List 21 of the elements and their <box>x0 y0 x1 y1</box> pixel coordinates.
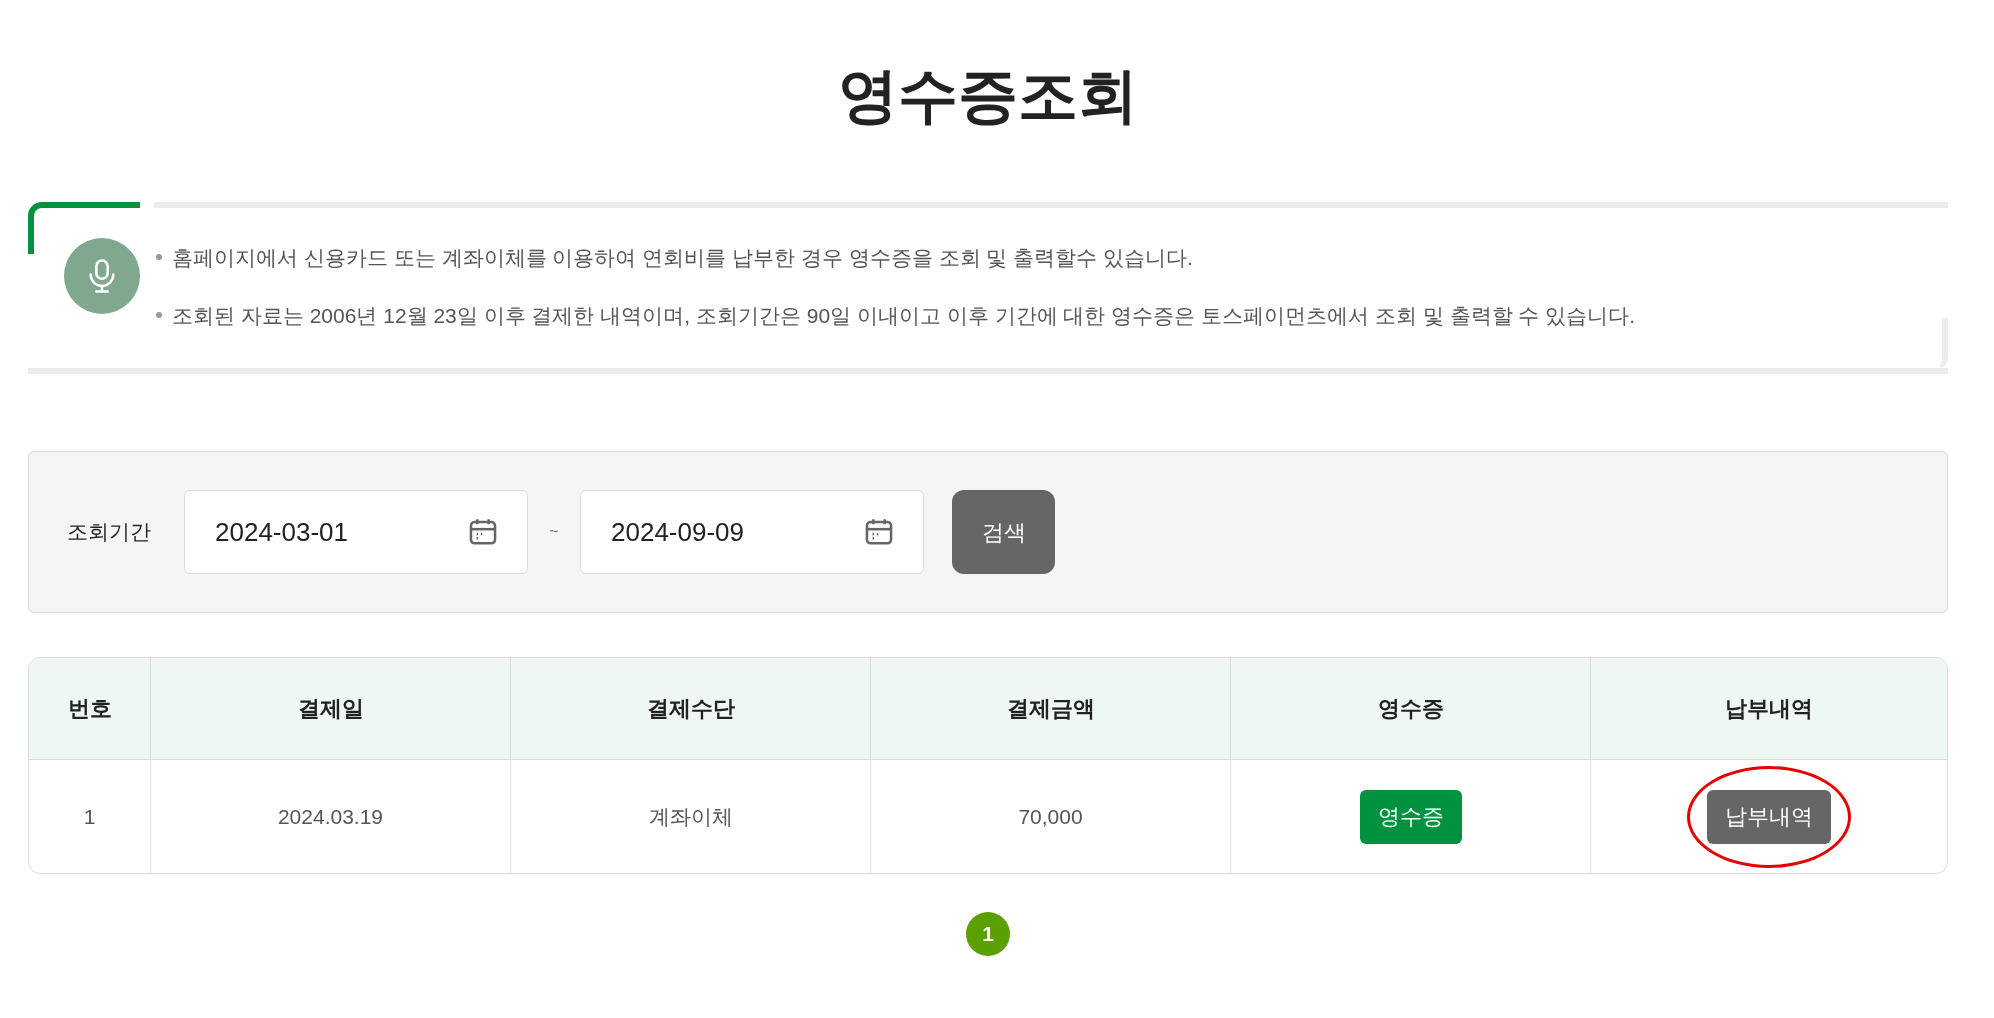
notice-text: 홈페이지에서 신용카드 또는 계좌이체를 이용하여 연회비를 납부한 경우 영수증을 조회 및 출력할수 있습니다. <box>172 245 1193 271</box>
notice-text: 조회된 자료는 2006년 12월 23일 이후 결제한 내역이며, 조회기간은 90일 이내이고 이후 기간에 대한 영수증은 토스페이먼츠에서 조회 및 출력할 수 있습니다. <box>172 303 1636 329</box>
column-header: 결제일 <box>297 695 364 723</box>
tilde-separator: ~ <box>548 522 560 542</box>
table-cell-text: 2024.03.19 <box>277 803 384 830</box>
column-header: 결제수단 <box>646 695 735 723</box>
payment-history-button[interactable]: 납부내역 <box>1707 789 1831 844</box>
date-field[interactable]: 2024-09-09 <box>580 490 924 574</box>
column-header: 영수증 <box>1377 695 1444 723</box>
column-header: 납부내역 <box>1725 695 1813 723</box>
page-button[interactable]: 1 <box>966 912 1010 956</box>
period-label: 조회기간 <box>67 519 152 546</box>
column-header: 번호 <box>67 695 112 723</box>
column-header: 결제금액 <box>1006 695 1095 723</box>
table-cell-text: 70,000 <box>1018 803 1083 830</box>
search-button[interactable]: 검색 <box>952 490 1055 574</box>
page-title: 영수증조회 <box>838 61 1138 131</box>
table-cell-text: 1 <box>83 803 96 830</box>
table-cell-text: 계좌이체 <box>648 803 733 830</box>
receipt-button[interactable]: 영수증 <box>1359 789 1462 844</box>
date-field[interactable]: 2024-03-01 <box>184 490 528 574</box>
